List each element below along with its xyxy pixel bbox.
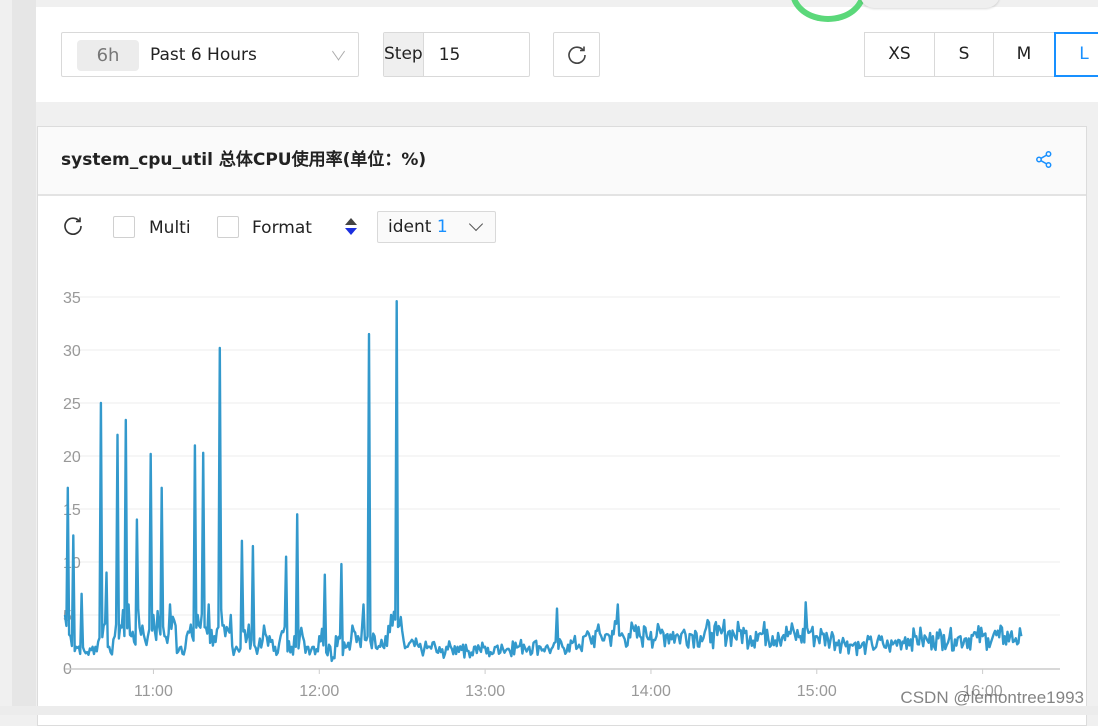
x-tick-label: 15:00 [797, 683, 837, 700]
y-tick-label: 20 [63, 449, 81, 466]
size-l-button[interactable]: L [1054, 32, 1098, 77]
chart-grid [65, 296, 1060, 616]
right-scroll-edge [1087, 103, 1098, 715]
series-line-system_cpu_util [63, 300, 1023, 663]
x-tick-label: 12:00 [299, 683, 339, 700]
watermark: CSDN @lemontree1993 [900, 688, 1084, 707]
x-tick-label: 11:00 [134, 683, 173, 700]
y-tick-label: 30 [63, 343, 81, 360]
y-tick-label: 15 [63, 502, 81, 519]
x-tick-label: 14:00 [631, 683, 671, 700]
y-tick-label: 35 [63, 290, 81, 307]
chart-series [63, 300, 1023, 663]
cpu-line-chart: 05101520253035 11:0012:0013:0014:0015:00… [63, 290, 1060, 700]
x-tick-label: 13:00 [465, 683, 505, 700]
y-tick-label: 25 [63, 396, 81, 413]
